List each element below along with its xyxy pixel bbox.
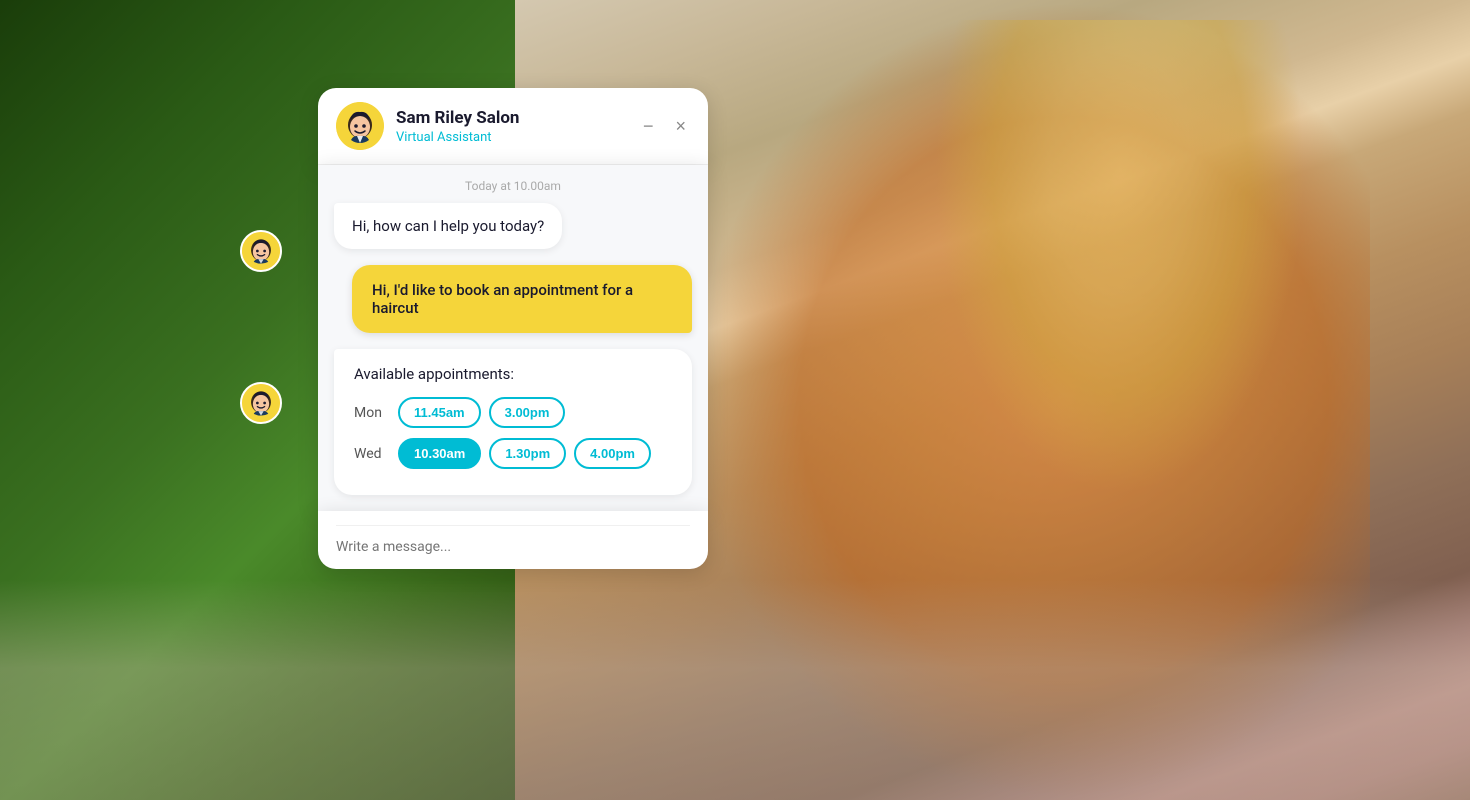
chat-input-area: [318, 511, 708, 569]
time-slot-wed-130[interactable]: 1.30pm: [489, 438, 566, 469]
time-slot-wed-1030[interactable]: 10.30am: [398, 438, 481, 469]
bot-greeting-row: Hi, how can I help you today?: [318, 203, 708, 265]
bot-avatar-appointments: [240, 382, 282, 424]
header-avatar: [336, 102, 384, 150]
bot-greeting-bubble: Hi, how can I help you today?: [334, 203, 562, 249]
chat-timestamp: Today at 10.00am: [318, 165, 708, 203]
appointments-card: Available appointments: Mon 11.45am 3.00…: [334, 349, 692, 495]
time-slot-wed-400[interactable]: 4.00pm: [574, 438, 651, 469]
user-message-row: Hi, I'd like to book an appointment for …: [318, 265, 708, 349]
chat-title: Sam Riley Salon: [396, 108, 627, 128]
close-button[interactable]: ×: [671, 115, 690, 137]
input-separator: [336, 525, 690, 526]
day-row-mon: Mon 11.45am 3.00pm: [354, 397, 672, 428]
background-photo: [0, 0, 1470, 800]
appointments-title: Available appointments:: [354, 365, 672, 383]
day-label-mon: Mon: [354, 405, 390, 421]
day-row-wed: Wed 10.30am 1.30pm 4.00pm: [354, 438, 672, 469]
bot-avatar-greeting: [240, 230, 282, 272]
chat-body: Today at 10.00am Hi, how can I help you …: [318, 165, 708, 511]
user-message-bubble: Hi, I'd like to book an appointment for …: [352, 265, 692, 333]
chat-header-actions: − ×: [639, 115, 690, 137]
chat-header-info: Sam Riley Salon Virtual Assistant: [396, 108, 627, 145]
chat-header: Sam Riley Salon Virtual Assistant − ×: [318, 88, 708, 165]
ground-overlay: [0, 580, 1470, 800]
hair-overlay: [920, 20, 1320, 520]
day-label-wed: Wed: [354, 446, 390, 462]
message-input[interactable]: [336, 539, 690, 555]
appointments-row: Available appointments: Mon 11.45am 3.00…: [318, 349, 708, 511]
chat-subtitle: Virtual Assistant: [396, 130, 627, 145]
time-slot-mon-1145[interactable]: 11.45am: [398, 397, 481, 428]
minimize-button[interactable]: −: [639, 115, 658, 137]
time-slot-mon-300[interactable]: 3.00pm: [489, 397, 566, 428]
chat-widget: Sam Riley Salon Virtual Assistant − × To…: [318, 88, 708, 569]
